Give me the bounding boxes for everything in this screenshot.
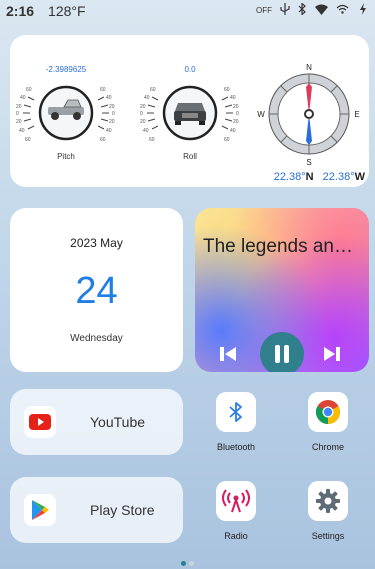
compass-s: S (306, 158, 311, 167)
svg-text:20: 20 (109, 119, 115, 125)
play-store-app-tile[interactable]: Play Store (10, 477, 183, 543)
settings-app[interactable]: Settings (298, 481, 358, 541)
svg-text:0: 0 (236, 111, 239, 117)
compass-e: E (354, 110, 359, 119)
usb-icon (280, 3, 290, 18)
svg-text:40: 40 (144, 95, 150, 101)
settings-label: Settings (311, 531, 345, 541)
svg-text:40: 40 (19, 128, 25, 134)
previous-track-button[interactable] (217, 343, 239, 365)
svg-text:40: 40 (230, 95, 236, 101)
svg-text:60: 60 (26, 87, 32, 93)
bluetooth-app-icon (216, 392, 256, 432)
svg-text:20: 20 (233, 104, 239, 110)
page-dot-2[interactable] (189, 561, 194, 566)
clock: 2:16 (6, 3, 35, 19)
longitude-value: 22.38° (322, 171, 355, 183)
coordinates-readout: 22.38°N 22.38°W (274, 171, 365, 183)
svg-text:40: 40 (106, 95, 112, 101)
weekday: Wednesday (70, 333, 123, 344)
battery-icon (357, 3, 369, 18)
vehicle-attitude-widget[interactable]: -2.3989625 60 40 20 0 20 40 60 60 40 20 0 20 40 60 (10, 35, 369, 187)
wifi-icon (315, 4, 328, 18)
radio-icon (216, 481, 256, 521)
settings-gear-icon (308, 481, 348, 521)
music-widget[interactable]: The legends an… (195, 208, 369, 372)
chrome-icon (308, 392, 348, 432)
svg-text:20: 20 (16, 104, 22, 110)
svg-text:40: 40 (20, 95, 26, 101)
pause-icon (275, 345, 289, 363)
chrome-app[interactable]: Chrome (298, 392, 358, 452)
svg-text:20: 20 (109, 104, 115, 110)
chrome-label: Chrome (311, 442, 344, 452)
pitch-label: Pitch (57, 152, 75, 161)
compass-dial: N S E W (257, 63, 359, 167)
compass-n: N (306, 63, 312, 72)
next-track-button[interactable] (321, 343, 343, 365)
latitude-dir: N (305, 171, 314, 183)
play-store-icon (24, 494, 56, 526)
track-title: The legends an… (203, 236, 353, 257)
skip-next-icon (324, 347, 340, 361)
svg-text:60: 60 (100, 87, 106, 93)
year-month: 2023 May (70, 236, 123, 250)
off-indicator: OFF (256, 6, 272, 15)
play-store-label: Play Store (90, 502, 155, 518)
youtube-icon (24, 406, 56, 438)
svg-text:0: 0 (112, 111, 115, 117)
svg-text:60: 60 (25, 137, 31, 143)
bluetooth-app-label: Bluetooth (216, 442, 256, 452)
bluetooth-icon (298, 2, 307, 18)
status-icons: OFF (256, 2, 369, 18)
day-number: 24 (75, 270, 118, 312)
bluetooth-app[interactable]: Bluetooth (206, 392, 266, 452)
svg-text:20: 20 (16, 119, 22, 125)
youtube-label: YouTube (90, 414, 146, 430)
svg-text:60: 60 (100, 137, 106, 143)
svg-text:40: 40 (230, 128, 236, 134)
status-bar: 2:16 128°F OFF (0, 0, 375, 22)
radio-label: Radio (224, 531, 248, 541)
roll-dial: 604020 0204060 604020 0204060 (140, 85, 239, 143)
latitude-value: 22.38° (273, 171, 306, 183)
youtube-app-tile[interactable]: YouTube (10, 389, 183, 455)
radio-app[interactable]: Radio (206, 481, 266, 541)
wireless-icon (336, 4, 349, 18)
svg-text:60: 60 (150, 87, 156, 93)
roll-gauge: 0.0 60 40 20 0 20 40 60 60 40 20 0 20 40 60 (138, 65, 242, 161)
pitch-gauge: -2.3989625 60 40 20 0 20 40 60 60 40 20 0 20 40 60 (14, 65, 118, 161)
page-indicator[interactable] (181, 561, 194, 566)
pitch-dial: 604020 0204060 604020 0204060 (16, 85, 115, 143)
svg-text:20: 20 (140, 119, 146, 125)
svg-text:60: 60 (224, 137, 230, 143)
roll-label: Roll (183, 152, 197, 161)
roll-value: 0.0 (184, 65, 196, 74)
svg-text:0: 0 (140, 111, 143, 117)
svg-text:0: 0 (16, 111, 19, 117)
compass-w: W (257, 110, 265, 119)
temperature: 128°F (48, 3, 86, 19)
svg-text:20: 20 (140, 104, 146, 110)
page-dot-1[interactable] (181, 561, 186, 566)
svg-text:60: 60 (149, 137, 155, 143)
longitude-dir: W (354, 171, 365, 183)
skip-previous-icon (220, 347, 236, 361)
svg-text:40: 40 (143, 128, 149, 134)
pitch-value: -2.3989625 (45, 65, 87, 74)
svg-text:40: 40 (106, 128, 112, 134)
svg-text:20: 20 (233, 119, 239, 125)
svg-text:60: 60 (224, 87, 230, 93)
date-widget[interactable]: 2023 May 24 Wednesday (10, 208, 183, 372)
play-pause-button[interactable] (260, 332, 304, 372)
